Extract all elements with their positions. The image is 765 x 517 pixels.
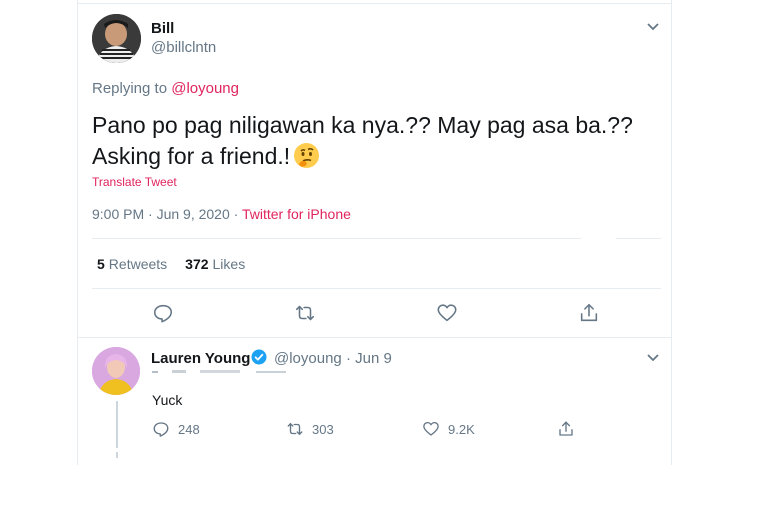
- like-action[interactable]: 9.2K: [422, 420, 475, 440]
- reply-text: Yuck: [152, 392, 183, 408]
- tweet-text-line1: Pano po pag niligawan ka nya.?? May pag …: [92, 112, 633, 138]
- lauren-avatar[interactable]: [92, 347, 140, 395]
- reply-icon[interactable]: [152, 302, 174, 324]
- share-icon[interactable]: [578, 302, 600, 324]
- reply-action[interactable]: 248: [152, 420, 200, 440]
- retweets-stat[interactable]: 5 Retweets: [97, 256, 167, 272]
- thread-line: [116, 401, 118, 448]
- top-divider: [77, 3, 672, 4]
- reply-author-handle-row: @loyoung · Jun 9: [274, 350, 392, 367]
- replying-to-link[interactable]: @loyoung: [171, 80, 239, 97]
- replying-prefix: Replying to: [92, 80, 168, 97]
- reply-icon: [153, 422, 169, 437]
- divider: [616, 238, 661, 239]
- reply-count: 248: [178, 421, 200, 437]
- chevron-down-icon[interactable]: [646, 353, 660, 363]
- share-action[interactable]: [557, 420, 575, 440]
- tweet-source[interactable]: Twitter for iPhone: [242, 206, 351, 222]
- tweet-timestamp[interactable]: 9:00 PM · Jun 9, 2020 ·: [92, 206, 242, 222]
- retweet-icon[interactable]: [294, 302, 316, 324]
- share-icon: [559, 421, 573, 436]
- like-icon[interactable]: [436, 302, 458, 324]
- tweet-text: Pano po pag niligawan ka nya.?? May pag …: [92, 110, 652, 172]
- retweets-count: 5: [97, 256, 105, 272]
- thinking-face-icon: [294, 143, 320, 168]
- likes-label: Likes: [212, 256, 246, 272]
- retweet-count: 303: [312, 421, 334, 437]
- translate-tweet-link[interactable]: Translate Tweet: [92, 175, 177, 189]
- replying-to: Replying to @loyoung: [92, 80, 239, 97]
- timeline-left-border: [77, 0, 78, 465]
- thread-line-more: [116, 452, 118, 458]
- retweet-action[interactable]: 303: [286, 420, 334, 440]
- faint-text-fragment: [152, 370, 286, 373]
- retweet-icon: [287, 423, 303, 435]
- reply-author-name[interactable]: Lauren Young: [151, 350, 250, 367]
- reply-author-handle[interactable]: @loyoung: [274, 350, 342, 367]
- tweet-stats: 5 Retweets 372 Likes: [97, 256, 245, 272]
- tweet-meta: 9:00 PM · Jun 9, 2020 · Twitter for iPho…: [92, 206, 351, 222]
- divider: [77, 337, 672, 338]
- divider: [92, 238, 581, 239]
- bill-avatar[interactable]: [92, 14, 141, 63]
- author-name[interactable]: Bill: [151, 20, 174, 37]
- separator: ·: [345, 350, 351, 367]
- likes-count: 372: [185, 256, 209, 272]
- like-count: 9.2K: [448, 421, 475, 437]
- like-icon: [423, 421, 439, 436]
- divider: [92, 288, 661, 289]
- verified-badge-icon: [251, 349, 267, 365]
- likes-stat[interactable]: 372 Likes: [185, 256, 245, 272]
- chevron-down-icon[interactable]: [646, 22, 660, 32]
- tweet-text-line2: Asking for a friend.!: [92, 143, 291, 169]
- author-handle[interactable]: @billclntn: [151, 39, 216, 56]
- reply-date[interactable]: Jun 9: [355, 350, 392, 367]
- timeline-right-border: [671, 0, 672, 465]
- retweets-label: Retweets: [108, 256, 168, 272]
